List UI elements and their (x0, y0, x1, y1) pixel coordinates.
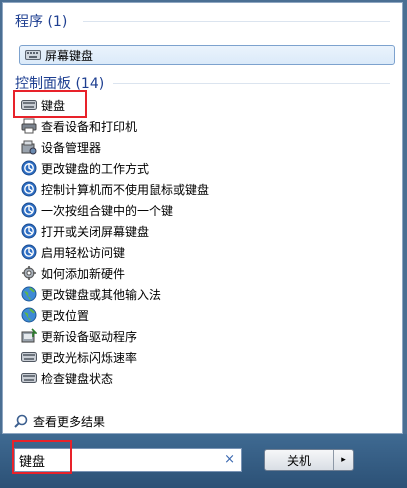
control-panel-item-label: 更改键盘或其他输入法 (41, 287, 162, 302)
control-panel-item[interactable]: 打开或关闭屏幕键盘 (21, 221, 149, 241)
see-more-results-label: 查看更多结果 (33, 414, 106, 429)
control-panel-item[interactable]: 更新设备驱动程序 (21, 326, 137, 346)
keyboard-icon (25, 47, 41, 63)
start-menu-results-panel: 程序 (1) 屏幕键盘 控制面板 (14) 键盘 查看设备和打印机 设备管理器 更改键… (2, 2, 403, 434)
ease-of-access-icon (21, 223, 37, 239)
keyboard-icon (21, 349, 37, 365)
control-panel-item[interactable]: 启用轻松访问键 (21, 242, 125, 262)
control-panel-item-label: 更新设备驱动程序 (41, 329, 138, 344)
search-icon (13, 413, 29, 429)
globe-icon (21, 307, 37, 323)
highlight-box-search-input (12, 440, 72, 474)
control-panel-item[interactable]: 检查键盘状态 (21, 368, 113, 388)
printer-icon (21, 118, 37, 134)
control-panel-item[interactable]: 更改键盘或其他输入法 (21, 284, 161, 304)
keyboard-icon (21, 370, 37, 386)
shutdown-button-group: 关机 ▸ (264, 449, 354, 471)
ease-of-access-icon (21, 202, 37, 218)
control-panel-item[interactable]: 控制计算机而不使用鼠标或键盘 (21, 179, 209, 199)
control-panel-item-label: 更改键盘的工作方式 (41, 161, 150, 176)
shutdown-button[interactable]: 关机 (265, 450, 334, 470)
ease-of-access-icon (21, 244, 37, 260)
highlight-box-keyboard-item (13, 90, 87, 118)
control-panel-item-label: 查看设备和打印机 (41, 119, 138, 134)
see-more-results-link[interactable]: 查看更多结果 (13, 411, 105, 431)
control-panel-item[interactable]: 查看设备和打印机 (21, 116, 137, 136)
ease-of-access-icon (21, 181, 37, 197)
driver-icon (21, 328, 37, 344)
globe-icon (21, 286, 37, 302)
programs-divider (83, 21, 390, 22)
control-panel-item[interactable]: 更改键盘的工作方式 (21, 158, 149, 178)
device-manager-icon (21, 139, 37, 155)
ease-of-access-icon (21, 160, 37, 176)
program-item-label: 屏幕键盘 (45, 48, 94, 63)
control-panel-item-label: 设备管理器 (41, 140, 102, 155)
control-panel-item-label: 打开或关闭屏幕键盘 (41, 224, 150, 239)
control-panel-item[interactable]: 更改位置 (21, 305, 89, 325)
control-panel-item[interactable]: 设备管理器 (21, 137, 101, 157)
control-panel-item-label: 更改光标闪烁速率 (41, 350, 138, 365)
hardware-icon (21, 265, 37, 281)
control-panel-item-label: 如何添加新硬件 (41, 266, 126, 281)
control-panel-item[interactable]: 更改光标闪烁速率 (21, 347, 137, 367)
control-panel-item-label: 检查键盘状态 (41, 371, 114, 386)
control-panel-item-label: 启用轻松访问键 (41, 245, 126, 260)
clear-search-icon[interactable]: × (224, 452, 235, 467)
program-item-onscreen-keyboard[interactable]: 屏幕键盘 (25, 45, 93, 65)
control-panel-divider (113, 83, 390, 84)
programs-section-title: 程序 (1) (15, 14, 68, 30)
control-panel-item-label: 一次按组合键中的一个键 (41, 203, 174, 218)
control-panel-item[interactable]: 如何添加新硬件 (21, 263, 125, 283)
control-panel-item-label: 控制计算机而不使用鼠标或键盘 (41, 182, 210, 197)
control-panel-item-label: 更改位置 (41, 308, 90, 323)
shutdown-options-arrow-icon[interactable]: ▸ (334, 450, 353, 470)
control-panel-item[interactable]: 一次按组合键中的一个键 (21, 200, 173, 220)
